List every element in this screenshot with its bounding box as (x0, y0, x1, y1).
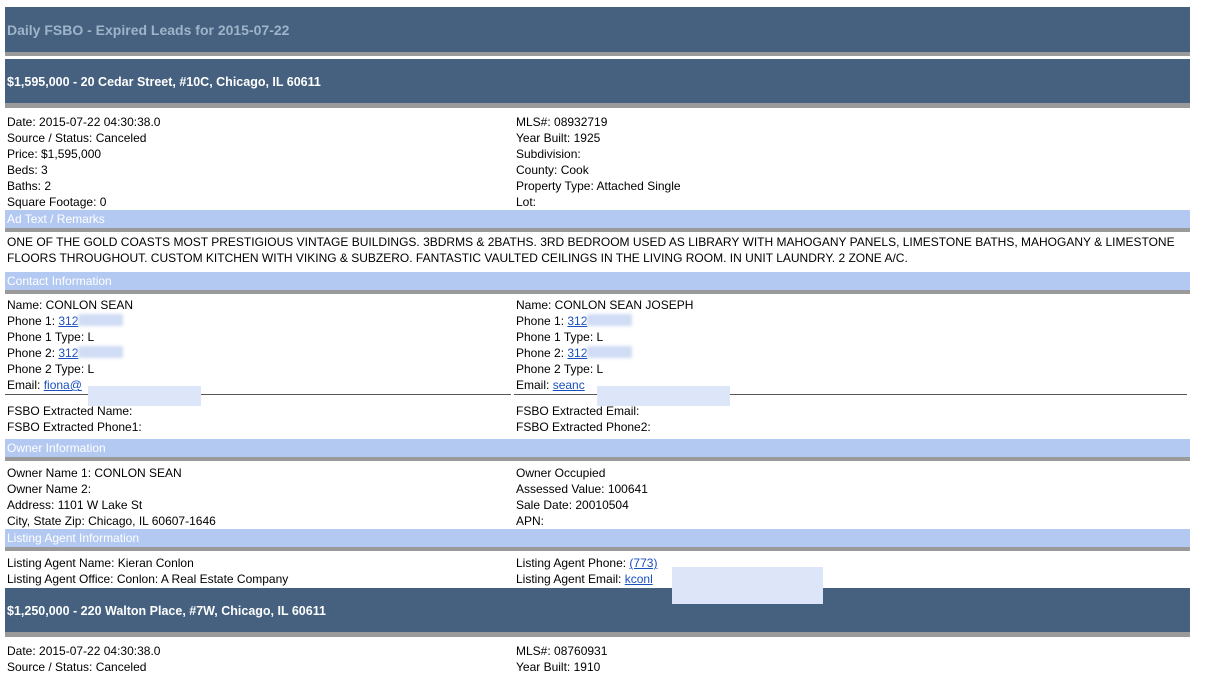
agent-office: Listing Agent Office: Conlon: A Real Est… (7, 572, 289, 586)
page-title: Daily FSBO - Expired Leads for 2015-07-2… (5, 7, 1190, 56)
listing-details: Date: 2015-07-22 04:30:38.0 Source / Sta… (5, 114, 1190, 210)
owner-city-state-zip: City, State Zip: Chicago, IL 60607-1646 (7, 514, 216, 528)
detail-mls: MLS#: 08760931 (516, 644, 608, 658)
fsbo-right: FSBO Extracted Email: FSBO Extracted Pho… (514, 403, 1190, 435)
redacted-phone (587, 314, 633, 326)
owner-name-2: Owner Name 2: (7, 482, 92, 496)
detail-status: Source / Status: Canceled (7, 131, 147, 145)
listing-details: Date: 2015-07-22 04:30:38.0 Source / Sta… (5, 643, 1190, 675)
listing-details-left: Date: 2015-07-22 04:30:38.0 Source / Sta… (5, 114, 514, 210)
detail-beds: Beds: 3 (7, 163, 48, 177)
contact-phone2: Phone 2: 312 (514, 345, 1187, 361)
detail-price: Price: $1,595,000 (7, 147, 102, 161)
contact-heading: Contact Information (5, 272, 1190, 294)
redacted-phone (78, 346, 124, 358)
apn: APN: (516, 514, 545, 528)
ad-text: ONE OF THE GOLD COASTS MOST PRESTIGIOUS … (7, 235, 1175, 265)
owner-info: Owner Name 1: CONLON SEAN Owner Name 2: … (5, 465, 1190, 529)
agent-phone: Listing Agent Phone: (773) (516, 556, 658, 570)
contact-phone1-type: Phone 1 Type: L (516, 330, 604, 344)
phone1-link[interactable]: 312 (567, 314, 587, 328)
detail-year-built: Year Built: 1910 (516, 660, 601, 674)
sale-date: Sale Date: 20010504 (516, 498, 629, 512)
contact-name: Name: CONLON SEAN (7, 298, 134, 312)
fsbo-left: FSBO Extracted Name: FSBO Extracted Phon… (5, 403, 514, 435)
redaction-box (88, 386, 201, 406)
listing-details-right: MLS#: 08932719 Year Built: 1925 Subdivis… (514, 114, 1190, 210)
fsbo-name: FSBO Extracted Name: (7, 404, 133, 418)
phone2-link[interactable]: 312 (567, 346, 587, 360)
detail-county: County: Cook (516, 163, 589, 177)
ad-text-heading: Ad Text / Remarks (5, 210, 1190, 232)
listing-details-left: Date: 2015-07-22 04:30:38.0 Source / Sta… (5, 643, 514, 675)
owner-right: Owner Occupied Assessed Value: 100641 Sa… (514, 465, 1190, 529)
contact-phone1: Phone 1: 312 (514, 313, 1187, 329)
agent-email: Listing Agent Email: kconl (516, 572, 653, 586)
contact-phone2-type: Phone 2 Type: L (7, 362, 95, 376)
agent-left: Listing Agent Name: Kieran Conlon Listin… (5, 555, 514, 588)
detail-sqft: Square Footage: 0 (7, 195, 107, 209)
detail-status: Source / Status: Canceled (7, 660, 147, 674)
owner-heading: Owner Information (5, 439, 1190, 461)
redaction-box (672, 567, 823, 604)
listing-header: $1,250,000 - 220 Walton Place, #7W, Chic… (5, 588, 1190, 637)
phone2-link[interactable]: 312 (58, 346, 78, 360)
fsbo-phone1: FSBO Extracted Phone1: (7, 420, 142, 434)
contact-info: Name: CONLON SEAN Phone 1: 312 Phone 1 T… (5, 297, 1190, 395)
contact-phone1-type: Phone 1 Type: L (7, 330, 95, 344)
detail-date: Date: 2015-07-22 04:30:38.0 (7, 644, 161, 658)
contact-email: Email: fiona@ (7, 378, 82, 392)
fsbo-phone2: FSBO Extracted Phone2: (516, 420, 651, 434)
detail-year-built: Year Built: 1925 (516, 131, 601, 145)
listing-header: $1,595,000 - 20 Cedar Street, #10C, Chic… (5, 59, 1190, 108)
owner-address: Address: 1101 W Lake St (7, 498, 143, 512)
agent-right: Listing Agent Phone: (773) Listing Agent… (514, 555, 1190, 588)
agent-email-link[interactable]: kconl (625, 572, 653, 586)
contact-phone1: Phone 1: 312 (5, 313, 511, 329)
listing-details-right: MLS#: 08760931 Year Built: 1910 (514, 643, 1190, 675)
email-link[interactable]: seanc (553, 378, 585, 392)
contact-phone2: Phone 2: 312 (5, 345, 511, 361)
owner-occupied: Owner Occupied (516, 466, 606, 480)
agent-name: Listing Agent Name: Kieran Conlon (7, 556, 194, 570)
agent-phone-link[interactable]: (773) (629, 556, 657, 570)
contact-left: Name: CONLON SEAN Phone 1: 312 Phone 1 T… (5, 297, 511, 395)
contact-name: Name: CONLON SEAN JOSEPH (516, 298, 694, 312)
detail-property-type: Property Type: Attached Single (516, 179, 681, 193)
detail-lot: Lot: (516, 195, 537, 209)
detail-mls: MLS#: 08932719 (516, 115, 608, 129)
agent-heading: Listing Agent Information (5, 529, 1190, 551)
redacted-phone (78, 314, 124, 326)
email-link[interactable]: fiona@ (44, 378, 82, 392)
report: Daily FSBO - Expired Leads for 2015-07-2… (5, 7, 1190, 675)
assessed-value: Assessed Value: 100641 (516, 482, 648, 496)
phone1-link[interactable]: 312 (58, 314, 78, 328)
redaction-box (597, 386, 730, 406)
detail-baths: Baths: 2 (7, 179, 52, 193)
contact-right: Name: CONLON SEAN JOSEPH Phone 1: 312 Ph… (514, 297, 1187, 395)
detail-subdivision: Subdivision: (516, 147, 581, 161)
agent-info: Listing Agent Name: Kieran Conlon Listin… (5, 555, 1190, 588)
redacted-phone (587, 346, 633, 358)
detail-date: Date: 2015-07-22 04:30:38.0 (7, 115, 161, 129)
owner-left: Owner Name 1: CONLON SEAN Owner Name 2: … (5, 465, 514, 529)
fsbo-extracted: FSBO Extracted Name: FSBO Extracted Phon… (5, 403, 1190, 435)
owner-name-1: Owner Name 1: CONLON SEAN (7, 466, 182, 480)
contact-phone2-type: Phone 2 Type: L (516, 362, 604, 376)
